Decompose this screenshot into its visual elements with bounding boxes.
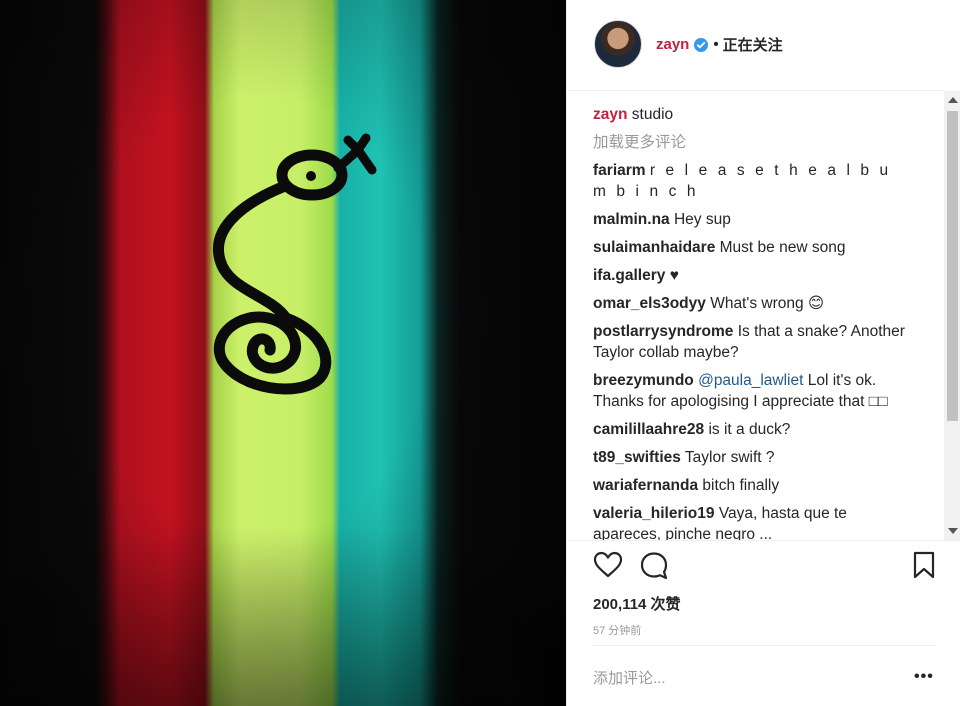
comment-username[interactable]: t89_swifties — [593, 449, 681, 466]
post-actions — [593, 550, 937, 586]
comment-mention-link[interactable]: @paula_lawliet — [698, 372, 803, 389]
comments-list[interactable]: zayn studio 加载更多评论 fariarm r e l e a s e… — [593, 104, 907, 540]
post-image[interactable] — [0, 0, 566, 706]
comment-username[interactable]: breezymundo — [593, 372, 694, 389]
scroll-down-arrow-icon[interactable] — [948, 528, 958, 534]
post-timestamp[interactable]: 57 分钟前 — [593, 622, 641, 638]
post-username[interactable]: zayn — [656, 36, 689, 53]
comment-item: omar_els3odyy What's wrong 😊 — [593, 293, 907, 314]
comment-text: studio — [631, 106, 674, 123]
comment-text: is it a duck? — [708, 421, 791, 438]
comment-text: What's wrong 😊 — [710, 295, 825, 312]
comment-username[interactable]: ifa.gallery — [593, 267, 665, 284]
avatar[interactable] — [594, 20, 642, 68]
comment-item: breezymundo @paula_lawliet Lol it's ok. … — [593, 370, 907, 412]
comment-username[interactable]: zayn — [593, 106, 627, 123]
comment-item: camilillaahre28 is it a duck? — [593, 419, 907, 440]
user-line: zayn • 正在关注 — [656, 34, 783, 55]
comment-username[interactable]: postlarrysyndrome — [593, 323, 733, 340]
more-options-button[interactable]: ••• — [914, 668, 934, 686]
comment-username[interactable]: camilillaahre28 — [593, 421, 704, 438]
comment-text: Taylor swift ? — [684, 449, 775, 466]
comment-item: t89_swifties Taylor swift ? — [593, 447, 907, 468]
comment-item: valeria_hilerio19 Vaya, hasta que te apa… — [593, 503, 907, 540]
verified-badge-icon — [694, 37, 709, 52]
comment-username[interactable]: omar_els3odyy — [593, 295, 706, 312]
load-more-comments-link[interactable]: 加载更多评论 — [593, 132, 907, 153]
comment-item: wariafernanda bitch finally — [593, 475, 907, 496]
heart-icon[interactable] — [593, 550, 623, 580]
divider — [593, 645, 937, 646]
following-button[interactable]: 正在关注 — [723, 34, 783, 55]
scroll-up-arrow-icon[interactable] — [948, 97, 958, 103]
comment-item: fariarm r e l e a s e t h e a l b u m b … — [593, 160, 907, 202]
comment-username[interactable]: fariarm — [593, 162, 646, 179]
comment-username[interactable]: wariafernanda — [593, 477, 698, 494]
divider — [567, 540, 960, 541]
caption: zayn studio — [593, 104, 907, 125]
comment-text: ♥ — [669, 267, 679, 284]
post-side-panel: zayn • 正在关注 zayn studio 加载更多评论 fariarm r… — [566, 0, 960, 706]
separator-dot: • — [713, 36, 719, 53]
comment-username[interactable]: malmin.na — [593, 211, 670, 228]
snake-drawing — [213, 133, 377, 395]
comment-username[interactable]: sulaimanhaidare — [593, 239, 715, 256]
comments-scrollbar[interactable] — [944, 91, 960, 540]
comment-bubble-icon[interactable] — [639, 550, 669, 580]
comment-item: ifa.gallery ♥ — [593, 265, 907, 286]
comment-text: Hey sup — [673, 211, 731, 228]
bookmark-icon[interactable] — [911, 550, 937, 580]
comment-text: Must be new song — [719, 239, 846, 256]
comment-item: malmin.na Hey sup — [593, 209, 907, 230]
add-comment-input[interactable] — [593, 664, 893, 692]
comment-item: sulaimanhaidare Must be new song — [593, 237, 907, 258]
comment-item: postlarrysyndrome Is that a snake? Anoth… — [593, 321, 907, 363]
comment-username[interactable]: valeria_hilerio19 — [593, 505, 715, 522]
post-header: zayn • 正在关注 — [567, 0, 943, 91]
comment-text: bitch finally — [702, 477, 780, 494]
likes-count[interactable]: 200,114 次赞 — [593, 593, 681, 614]
scrollbar-thumb[interactable] — [947, 111, 958, 421]
